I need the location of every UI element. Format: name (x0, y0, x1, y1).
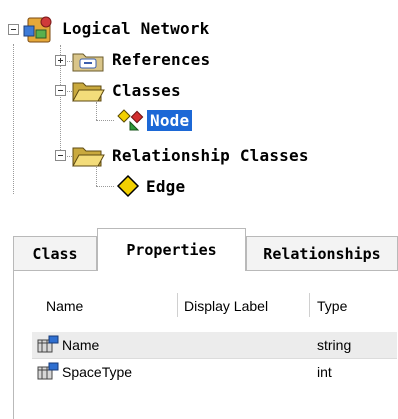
open-folder-icon (70, 78, 106, 108)
tree-node-label: Relationship Classes (112, 145, 309, 165)
cell-type: string (317, 337, 352, 353)
tree-node-references[interactable]: References (112, 47, 210, 71)
tab-label: Class (32, 244, 78, 263)
tree-node-classes[interactable]: Classes (112, 78, 181, 102)
column-divider[interactable] (309, 293, 310, 317)
expand-toggle-references[interactable] (55, 55, 66, 66)
column-header-name[interactable]: Name (46, 291, 83, 321)
open-folder-icon (70, 143, 106, 173)
tab-class[interactable]: Class (13, 236, 97, 270)
column-header-label: Name (46, 298, 84, 314)
table-row[interactable]: Name string (32, 332, 397, 358)
tab-label: Relationships (263, 244, 381, 263)
tree-connector-line (96, 186, 114, 187)
collapse-toggle-classes[interactable] (55, 85, 66, 96)
tree-node-label: References (112, 49, 211, 69)
cell-type: int (317, 364, 332, 380)
column-header-label: Type (317, 298, 348, 314)
diamond-icon (116, 174, 140, 202)
tab-label: Properties (126, 241, 217, 259)
column-header-type[interactable]: Type (317, 291, 347, 321)
tree-node-logical-network[interactable]: Logical Network (62, 16, 210, 40)
tree-node-node[interactable]: Node (147, 108, 193, 132)
collapse-toggle-relationship-classes[interactable] (55, 150, 66, 161)
tab-relationships[interactable]: Relationships (246, 236, 398, 270)
column-divider[interactable] (177, 293, 178, 317)
tree-node-label: Node (147, 109, 193, 131)
cell-name: SpaceType (62, 364, 133, 380)
tab-properties[interactable]: Properties (97, 228, 246, 271)
tree-node-label: Logical Network (62, 18, 210, 38)
collapse-toggle-logical-network[interactable] (8, 24, 19, 35)
properties-grid-header: Name Display Label Type (32, 291, 397, 321)
references-folder-icon (70, 48, 106, 78)
tree-connector-line (13, 44, 14, 194)
class-properties-panel: Class Properties Relationships Name Disp… (13, 228, 398, 419)
tree-node-edge[interactable]: Edge (146, 174, 185, 198)
tree-node-label: Classes (112, 80, 181, 100)
column-header-label: Display Label (184, 298, 269, 314)
property-icon (36, 359, 60, 385)
tree-node-relationship-classes[interactable]: Relationship Classes (112, 143, 309, 167)
properties-tab-body: Name Display Label Type Name string Spac… (13, 270, 398, 419)
geodatabase-icon (22, 14, 56, 48)
cell-name: Name (62, 337, 100, 353)
tree-connector-line (96, 120, 114, 121)
tab-strip: Class Properties Relationships (13, 228, 398, 271)
tree-connector-line (60, 91, 61, 156)
table-row[interactable]: SpaceType int (32, 359, 397, 385)
tree-node-label: Edge (146, 176, 186, 196)
column-header-display-label[interactable]: Display Label (184, 291, 268, 321)
node-class-icon (116, 108, 146, 136)
network-tree: Logical Network References Classes Node (0, 0, 398, 210)
property-icon (36, 332, 60, 358)
